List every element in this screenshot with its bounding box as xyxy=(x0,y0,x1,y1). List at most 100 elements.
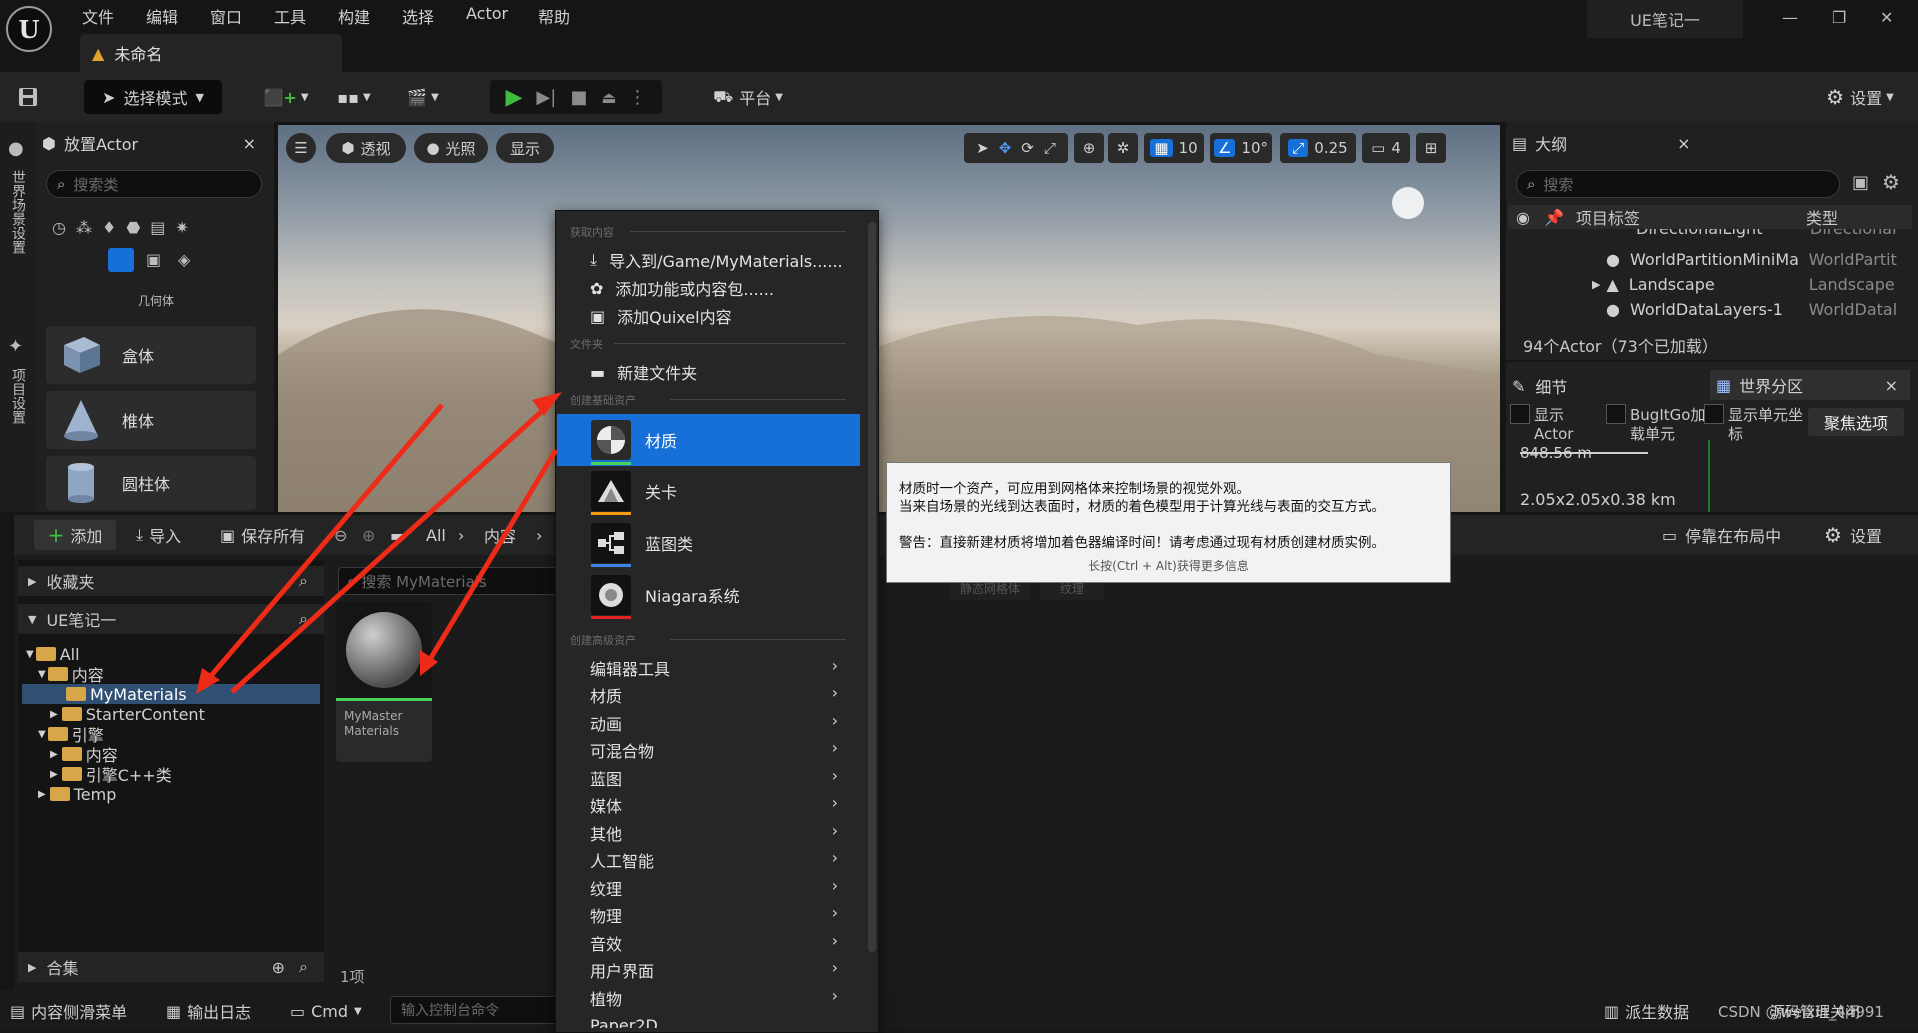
submenu-ai[interactable]: 人工智能 › xyxy=(590,848,850,872)
tree-item-engine-cpp[interactable]: ▶ 引擎C++类 xyxy=(22,764,320,785)
history-back-icon[interactable]: ⊖ xyxy=(334,522,347,548)
recent-icon[interactable]: ◷ xyxy=(52,218,76,237)
breadcrumb-all[interactable]: All xyxy=(426,522,446,548)
world-settings-tab[interactable]: 世界场景设置 xyxy=(8,170,28,254)
outliner-row[interactable]: ▶ ▲ Landscape Landscape xyxy=(1508,274,1898,294)
settings-button[interactable]: ⚙ 设置 ▼ xyxy=(1810,84,1910,110)
tree-item-all[interactable]: ▼ All xyxy=(22,644,320,664)
viewport-layout-icon[interactable]: ⊞ xyxy=(1416,133,1446,163)
stop-icon[interactable]: ■ xyxy=(570,87,587,108)
menu-edit[interactable]: 编辑 xyxy=(146,4,178,28)
play-icon[interactable]: ▶ xyxy=(506,85,523,110)
viewport-menu-icon[interactable]: ☰ xyxy=(286,133,316,163)
unreal-logo-icon[interactable]: U xyxy=(6,6,52,52)
level-viewport[interactable]: ☰ ⬢ 透视 ● 光照 显示 ➤ ✥ ⟳ ⤢ ⊕ ✲ ▦ 10 ∠ 10° ⤢ 0.25 … xyxy=(278,125,1500,512)
add-feature-item[interactable]: ✿ 添加功能或内容包...... xyxy=(590,276,774,300)
show-actors-checkbox[interactable] xyxy=(1510,404,1530,424)
save-icon[interactable] xyxy=(14,84,42,110)
minimize-button[interactable]: — xyxy=(1782,8,1798,27)
tree-item-temp[interactable]: ▶ Temp xyxy=(22,784,320,804)
submenu-cut-off[interactable]: Paper2D xyxy=(590,1014,850,1028)
add-actor-button[interactable]: ⬛+ ▼ xyxy=(262,84,310,110)
favorites-section[interactable]: ▶ 收藏夹 ⌕ xyxy=(18,566,324,596)
cb-settings-button[interactable]: ⚙ 设置 xyxy=(1824,522,1882,548)
tree-item-engine[interactable]: ▼ 引擎 xyxy=(22,724,320,745)
submenu-foliage[interactable]: 植物 › xyxy=(590,986,850,1010)
menu-window[interactable]: 窗口 xyxy=(210,4,242,28)
submenu-blendables[interactable]: 可混合物 › xyxy=(590,738,850,762)
world-partition-tab[interactable]: ▦ 世界分区 × xyxy=(1710,370,1910,400)
asset-search-input[interactable]: ⌕ 搜索 MyMaterials xyxy=(338,567,558,595)
shape-cone-item[interactable]: 椎体 xyxy=(46,391,256,449)
restore-button[interactable]: ❐ xyxy=(1832,8,1846,27)
tree-item-content[interactable]: ▼ 内容 xyxy=(22,664,320,685)
level-tab[interactable]: ▲ 未命名 xyxy=(80,34,342,72)
shape-cylinder-item[interactable]: 圆柱体 xyxy=(46,456,256,510)
cinematics-button[interactable]: 🎬 ▼ xyxy=(398,84,448,110)
rotation-snap-button[interactable]: ∠ 10° xyxy=(1210,133,1272,163)
menu-file[interactable]: 文件 xyxy=(82,4,114,28)
output-log-button[interactable]: ▦ 输出日志 xyxy=(166,998,251,1024)
scale-snap-button[interactable]: ⤢ 0.25 xyxy=(1280,133,1356,163)
add-folder-icon[interactable]: ▣ xyxy=(1852,172,1869,193)
console-input[interactable]: 输入控制台命令 xyxy=(390,996,572,1024)
history-forward-icon[interactable]: ⊕ xyxy=(362,522,375,548)
col-label[interactable]: 项目标签 xyxy=(1576,205,1640,229)
cinematic-icon[interactable]: ⬣ xyxy=(126,218,150,237)
light-icon[interactable]: ♦ xyxy=(102,218,126,237)
outliner-row[interactable]: ● WorldPartitionMiniMa WorldPartit xyxy=(1508,249,1898,269)
show-button[interactable]: 显示 xyxy=(496,133,554,163)
filter-chip-texture[interactable]: 纹理 xyxy=(1040,580,1104,600)
content-drawer-button[interactable]: ▤ 内容侧滑菜单 xyxy=(10,998,127,1024)
project-settings-tab[interactable]: 项目设置 xyxy=(8,368,28,424)
derived-data-button[interactable]: ▥ 派生数据 xyxy=(1604,998,1689,1024)
add-circle-icon[interactable]: ⊕ xyxy=(272,958,285,977)
import-button[interactable]: ⤓ 导入 xyxy=(136,522,181,548)
all-classes-icon[interactable]: ▣ xyxy=(146,250,161,269)
visual-effects-icon[interactable]: ▤ xyxy=(150,218,175,237)
cmd-dropdown[interactable]: ▭ Cmd ▼ xyxy=(290,998,362,1024)
submenu-editor-tools[interactable]: 编辑器工具 › xyxy=(590,656,850,680)
close-icon[interactable]: × xyxy=(1677,134,1690,153)
project-settings-icon[interactable]: ✦ xyxy=(8,336,23,357)
pin-icon[interactable]: 📌 xyxy=(1544,208,1564,227)
shape-box-item[interactable]: 盒体 xyxy=(46,326,256,384)
outliner-search-input[interactable]: ⌕ 搜索 xyxy=(1516,170,1840,198)
submenu-texture[interactable]: 纹理 › xyxy=(590,876,850,900)
submenu-sounds[interactable]: 音效 › xyxy=(590,931,850,955)
filter-chip-static-mesh[interactable]: 静态网格体 xyxy=(950,580,1030,600)
focus-options-button[interactable]: 聚焦选项 xyxy=(1808,408,1904,436)
volume-icon[interactable]: ✷ xyxy=(175,218,198,237)
perspective-button[interactable]: ⬢ 透视 xyxy=(326,133,406,163)
add-quixel-item[interactable]: ▣ 添加Quixel内容 xyxy=(590,304,732,328)
breadcrumb-content[interactable]: 内容 xyxy=(484,522,516,548)
gear-icon[interactable]: ⚙ xyxy=(1882,170,1900,194)
submenu-misc[interactable]: 其他 › xyxy=(590,821,850,845)
class-search-input[interactable]: ⌕ 搜索类 xyxy=(46,170,262,198)
basic-asset-blueprint[interactable]: 蓝图类 xyxy=(557,518,860,568)
menu-tools[interactable]: 工具 xyxy=(274,4,306,28)
visibility-eye-icon[interactable]: ◉ xyxy=(1516,208,1530,227)
outliner-row-partial[interactable]: DirectionalLight Directional xyxy=(1508,229,1912,245)
scale-tool-icon[interactable]: ⤢ xyxy=(1044,139,1056,157)
move-tool-icon[interactable]: ✥ xyxy=(999,139,1012,157)
menu-select[interactable]: 选择 xyxy=(402,4,434,28)
search-icon[interactable]: ⌕ xyxy=(299,609,308,629)
tree-item-mymaterials[interactable]: MyMaterials xyxy=(22,684,320,704)
lighting-button[interactable]: ● 光照 xyxy=(414,133,488,163)
submenu-material[interactable]: 材质 › xyxy=(590,683,850,707)
eject-icon[interactable]: ⏏ xyxy=(601,88,616,107)
menu-help[interactable]: 帮助 xyxy=(538,4,570,28)
basic-asset-material[interactable]: 材质 xyxy=(557,414,860,466)
surface-snap-icon[interactable]: ✲ xyxy=(1108,133,1138,163)
import-to-item[interactable]: ⤓ 导入到/Game/MyMaterials...... xyxy=(590,248,843,272)
close-window-button[interactable]: ✕ xyxy=(1880,8,1893,27)
tree-item-engine-content[interactable]: ▶ 内容 xyxy=(22,744,320,765)
submenu-user-interface[interactable]: 用户界面 › xyxy=(590,958,850,982)
menu-build[interactable]: 构建 xyxy=(338,4,370,28)
blueprint-button[interactable]: ▪▪ ▼ xyxy=(330,84,378,110)
show-cell-coords-checkbox[interactable] xyxy=(1704,404,1724,424)
close-icon[interactable]: × xyxy=(243,134,256,153)
menu-actor[interactable]: Actor xyxy=(466,4,508,23)
select-mode-dropdown[interactable]: ➤ 选择模式 ▼ xyxy=(84,80,222,114)
